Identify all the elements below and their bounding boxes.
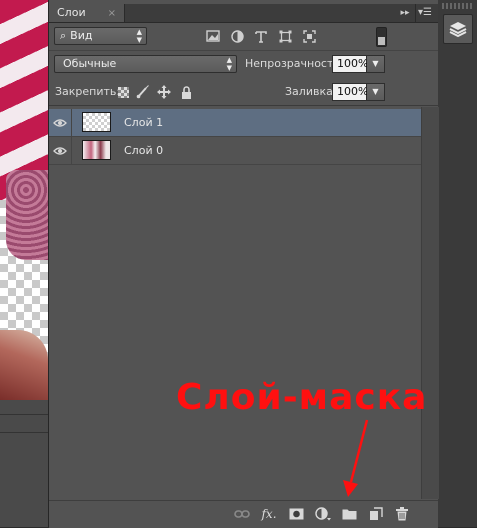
search-icon: ⌕ — [60, 29, 67, 42]
lock-label: Закрепить: — [55, 85, 121, 98]
opacity-input[interactable]: 100% — [332, 55, 368, 73]
divider — [49, 105, 438, 106]
filter-smart-object-icon[interactable] — [302, 29, 316, 43]
layer-name: Слой 1 — [124, 116, 164, 129]
fill-label: Заливка: — [285, 85, 337, 98]
folder-icon — [342, 509, 356, 520]
right-dock — [437, 0, 477, 527]
layer-visibility-toggle[interactable] — [49, 137, 72, 164]
layer-row-0[interactable]: Слой 0 — [49, 137, 421, 165]
canvas-photo-knit — [6, 170, 48, 260]
canvas-photo-bottom — [0, 330, 48, 400]
panel-tabbar: Слои × ▸▸ ▾☰ — [49, 4, 438, 23]
tab-layers[interactable]: Слои × — [49, 4, 125, 22]
blend-mode-select[interactable]: Обычные ▲ ▼ — [54, 55, 237, 73]
lock-transparent-pixels-icon[interactable] — [116, 85, 130, 99]
layer-name: Слой 0 — [124, 144, 164, 157]
dock-grip[interactable] — [442, 3, 474, 9]
new-group-button[interactable] — [340, 505, 358, 523]
panel-footer-toolbar: fx. — [49, 500, 438, 528]
panel-menu-icon[interactable]: ▾☰ — [415, 4, 434, 22]
tab-layers-label: Слои — [57, 6, 86, 19]
layer-thumbnail — [82, 112, 111, 132]
fill-input[interactable]: 100% — [332, 83, 368, 101]
filter-kind-select[interactable]: ⌕ Вид ▲ ▼ — [54, 27, 147, 45]
fill-dropdown-button[interactable]: ▼ — [367, 83, 385, 101]
delete-layer-button[interactable] — [393, 505, 411, 523]
lock-image-pixels-icon[interactable] — [136, 85, 150, 99]
document-canvas[interactable] — [0, 0, 48, 400]
adjustment-layer-icon — [315, 507, 331, 521]
lock-position-icon[interactable] — [157, 85, 171, 99]
annotation-arrow-icon — [343, 419, 369, 497]
opacity-dropdown-button[interactable]: ▼ — [367, 55, 385, 73]
select-arrows-icon: ▲ ▼ — [136, 28, 142, 44]
select-arrows-icon: ▲ ▼ — [226, 56, 232, 72]
layers-stack-icon — [449, 22, 467, 38]
layer-row-1[interactable]: Слой 1 — [49, 109, 421, 137]
layers-dock-button[interactable] — [443, 14, 473, 44]
filter-kind-label: Вид — [70, 29, 93, 42]
eye-icon — [53, 146, 67, 155]
new-adjustment-layer-button[interactable] — [314, 505, 332, 523]
layers-panel: Слои × ▸▸ ▾☰ ⌕ Вид ▲ ▼ Обычные ▲ ▼ Непрозрач… — [48, 0, 439, 528]
add-layer-style-button[interactable]: fx. — [260, 505, 278, 523]
filter-pixel-icon[interactable] — [206, 29, 220, 43]
filter-toggle-switch[interactable] — [376, 27, 387, 47]
layer-visibility-toggle[interactable] — [49, 109, 72, 136]
filter-shape-icon[interactable] — [278, 29, 292, 43]
layer-list-scrollbar[interactable] — [421, 107, 439, 499]
layer-mask-icon — [289, 508, 303, 520]
tab-close-icon[interactable]: × — [108, 8, 116, 19]
add-layer-mask-button[interactable] — [287, 505, 305, 523]
opacity-label: Непрозрачность: — [245, 57, 344, 70]
trash-icon — [396, 507, 408, 521]
filter-type-icon[interactable] — [254, 29, 268, 43]
lock-all-icon[interactable] — [179, 85, 193, 99]
divider — [49, 50, 438, 51]
new-layer-icon — [370, 507, 383, 520]
filter-adjustment-icon[interactable] — [230, 29, 244, 43]
layer-thumbnail — [82, 140, 111, 160]
new-layer-button[interactable] — [367, 505, 385, 523]
eye-icon — [53, 118, 67, 127]
link-layers-icon[interactable] — [233, 505, 251, 523]
annotation-label: Слой-маска — [176, 377, 428, 418]
canvas-bottom-area — [0, 400, 48, 527]
layer-list: Слой 1 Слой 0 — [49, 107, 438, 499]
collapse-panel-icon[interactable]: ▸▸ — [398, 4, 412, 22]
blend-mode-label: Обычные — [63, 57, 117, 70]
